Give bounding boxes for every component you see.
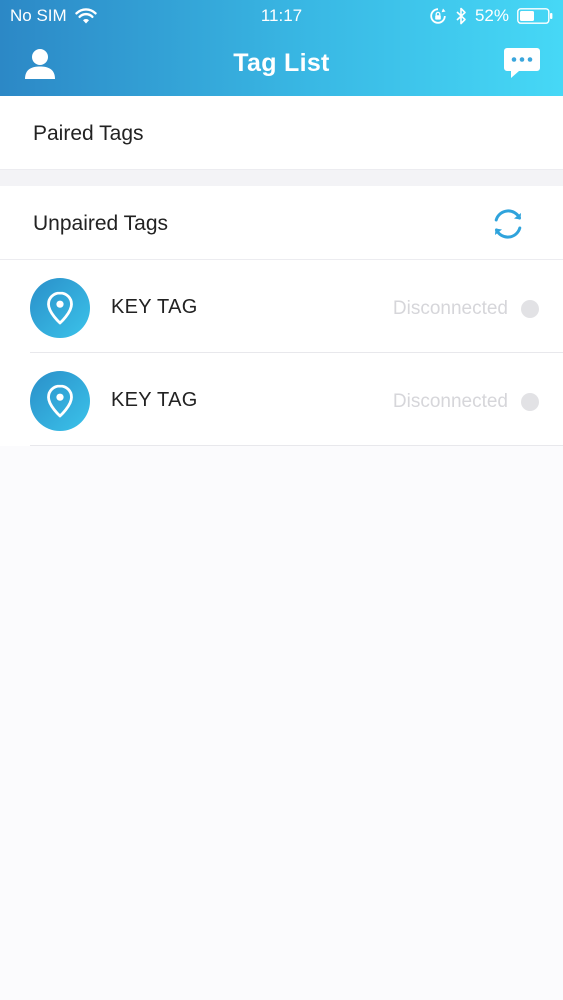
page-title: Tag List <box>233 49 330 77</box>
app-header: No SIM 11:17 52% Tag List <box>0 0 563 96</box>
bluetooth-icon <box>456 7 466 25</box>
tag-avatar <box>30 371 90 431</box>
unpaired-tags-header: Unpaired Tags <box>0 186 563 260</box>
message-icon[interactable] <box>503 46 541 80</box>
tag-list-item[interactable]: KEY TAG Disconnected <box>30 353 563 446</box>
status-right: 52% <box>429 6 553 26</box>
refresh-icon[interactable] <box>489 205 527 243</box>
location-pin-icon <box>47 384 73 418</box>
tag-status: Disconnected <box>392 391 508 412</box>
location-pin-icon <box>47 291 73 325</box>
paired-tags-label: Paired Tags <box>33 122 144 145</box>
unpaired-tags-label: Unpaired Tags <box>33 212 169 235</box>
status-dot <box>521 393 539 411</box>
tag-status: Disconnected <box>392 298 508 319</box>
rotation-lock-icon <box>430 8 446 24</box>
tag-name: KEY TAG <box>111 296 198 318</box>
section-divider <box>0 170 563 186</box>
status-bar: No SIM 11:17 52% <box>0 0 563 32</box>
tag-avatar <box>30 278 90 338</box>
unpaired-tags-section: Unpaired Tags KEY TAG Disconnected KEY T… <box>0 186 563 446</box>
battery-percent: 52% <box>474 6 509 25</box>
tag-list-item[interactable]: KEY TAG Disconnected <box>30 260 563 353</box>
tag-name: KEY TAG <box>111 389 198 411</box>
paired-tags-section[interactable]: Paired Tags <box>0 96 563 170</box>
nav-bar: Tag List <box>0 32 563 96</box>
status-dot <box>521 300 539 318</box>
battery-icon <box>517 8 553 24</box>
